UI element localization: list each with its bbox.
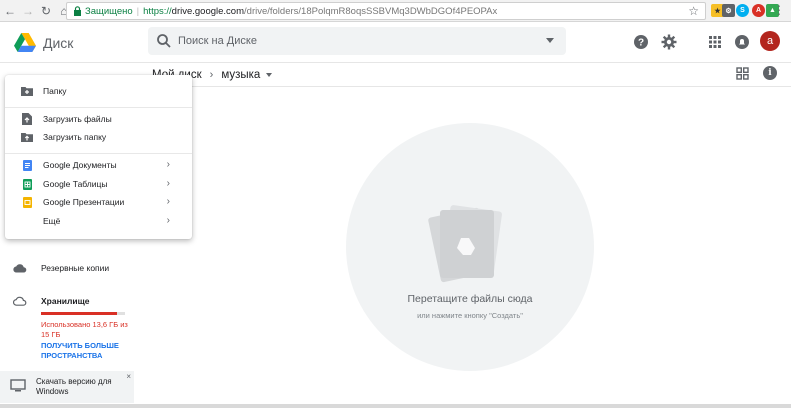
new-item-menu: Папку Загрузить файлы Загрузить папку Go… xyxy=(5,75,192,239)
chevron-right-icon: › xyxy=(166,159,170,170)
secure-label: Защищено xyxy=(85,5,133,17)
slides-icon xyxy=(20,196,34,208)
bookmark-star-icon[interactable]: ☆ xyxy=(688,4,699,18)
chevron-right-icon: › xyxy=(166,196,170,207)
extension-icon[interactable]: ⚙ xyxy=(722,4,735,17)
notifications-bell-icon[interactable] xyxy=(733,33,751,51)
storage-used-text: Использовано 13,6 ГБ из 15 ГБ xyxy=(41,320,128,339)
storage-usage-bar xyxy=(41,312,125,315)
chevron-right-icon: › xyxy=(166,215,170,226)
grid-view-icon[interactable] xyxy=(736,67,749,80)
menu-item-label: Загрузить файлы xyxy=(43,114,112,124)
download-app-text: Скачать версию для Windows xyxy=(36,377,112,396)
breadcrumb-chevron-right-icon: › xyxy=(209,69,214,81)
search-box[interactable] xyxy=(148,27,566,55)
menu-item-upload-folder[interactable]: Загрузить папку xyxy=(5,128,192,146)
sidebar-item-label: Резервные копии xyxy=(41,263,110,273)
chevron-right-icon: › xyxy=(166,178,170,189)
folder-menu-chevron-down-icon[interactable] xyxy=(266,73,273,77)
taskbar-edge xyxy=(0,404,791,408)
file-upload-icon xyxy=(20,113,34,125)
empty-folder-files-icon xyxy=(428,205,502,283)
url-host: drive.google.com xyxy=(171,5,245,17)
svg-text:?: ? xyxy=(638,38,644,49)
menu-item-label: Google Документы xyxy=(43,160,117,170)
menu-item-label: Папку xyxy=(43,86,67,96)
menu-item-label: Загрузить папку xyxy=(43,132,107,142)
search-icon[interactable] xyxy=(156,33,172,49)
menu-item-google-sheets[interactable]: Google Таблицы › xyxy=(5,175,192,193)
details-info-icon[interactable]: i xyxy=(763,66,777,80)
breadcrumb-current-folder[interactable]: музыка xyxy=(221,69,260,81)
account-avatar[interactable]: a xyxy=(760,31,780,51)
url-path: /drive/folders/18PolqmR8oqsSSBVMq3DWbDGO… xyxy=(244,5,498,17)
menu-item-new-folder[interactable]: Папку xyxy=(5,82,192,100)
back-icon[interactable]: ← xyxy=(2,3,18,19)
reload-icon[interactable]: ↻ xyxy=(38,3,54,19)
storage-usage-fill xyxy=(41,312,118,315)
search-options-chevron-down-icon[interactable] xyxy=(546,38,554,43)
apps-grid-icon[interactable] xyxy=(706,33,724,51)
menu-item-label: Ещё xyxy=(43,216,61,226)
google-drive-logo-icon[interactable] xyxy=(14,33,36,52)
folder-upload-icon xyxy=(20,131,34,143)
drive-header: Диск ? a xyxy=(0,22,791,62)
lock-icon xyxy=(71,5,83,17)
menu-item-label: Google Таблицы xyxy=(43,179,108,189)
toolbar-divider xyxy=(134,86,791,87)
menu-divider xyxy=(5,107,192,108)
docs-icon xyxy=(20,159,34,171)
download-desktop-app-banner[interactable]: Скачать версию для Windows × xyxy=(0,371,134,403)
url-protocol: https:// xyxy=(143,5,172,17)
empty-state-subtitle: или нажмите кнопку "Создать" xyxy=(417,311,523,320)
sheets-icon xyxy=(20,178,34,190)
brand-name[interactable]: Диск xyxy=(43,35,73,51)
cloud-icon xyxy=(12,262,28,274)
menu-item-upload-files[interactable]: Загрузить файлы xyxy=(5,110,192,128)
menu-item-google-slides[interactable]: Google Презентации › xyxy=(5,193,192,211)
adblock-extension-icon[interactable]: A xyxy=(752,4,765,17)
monitor-icon xyxy=(10,379,26,392)
close-icon[interactable]: × xyxy=(126,372,131,381)
sidebar-item-storage[interactable]: Хранилище xyxy=(12,292,89,310)
get-more-storage-link[interactable]: ПОЛУЧИТЬ БОЛЬШЕ ПРОСТРАНСТВА xyxy=(41,341,137,361)
forward-icon[interactable]: → xyxy=(20,3,36,19)
menu-item-label: Google Презентации xyxy=(43,197,125,207)
menu-item-google-docs[interactable]: Google Документы › xyxy=(5,156,192,174)
menu-item-more[interactable]: Ещё › xyxy=(5,212,192,230)
empty-state-title: Перетащите файлы сюда xyxy=(407,293,533,305)
skype-extension-icon[interactable]: S xyxy=(736,4,749,17)
settings-gear-icon[interactable] xyxy=(660,33,678,51)
url-separator: | xyxy=(136,5,140,17)
sidebar-item-backups[interactable]: Резервные копии xyxy=(12,259,109,277)
menu-divider xyxy=(5,153,192,154)
help-icon[interactable]: ? xyxy=(632,33,650,51)
browser-toolbar: ← → ↻ ⌂ Защищено | https:// drive.google… xyxy=(0,0,791,22)
browser-menu-icon[interactable]: ⋮ xyxy=(773,3,785,17)
cloud-outline-icon xyxy=(12,295,28,307)
address-bar[interactable]: Защищено | https:// drive.google.com /dr… xyxy=(66,2,706,20)
search-input[interactable] xyxy=(178,31,528,51)
folder-plus-icon xyxy=(20,85,34,97)
storage-title: Хранилище xyxy=(41,296,90,306)
header-divider xyxy=(0,62,791,63)
